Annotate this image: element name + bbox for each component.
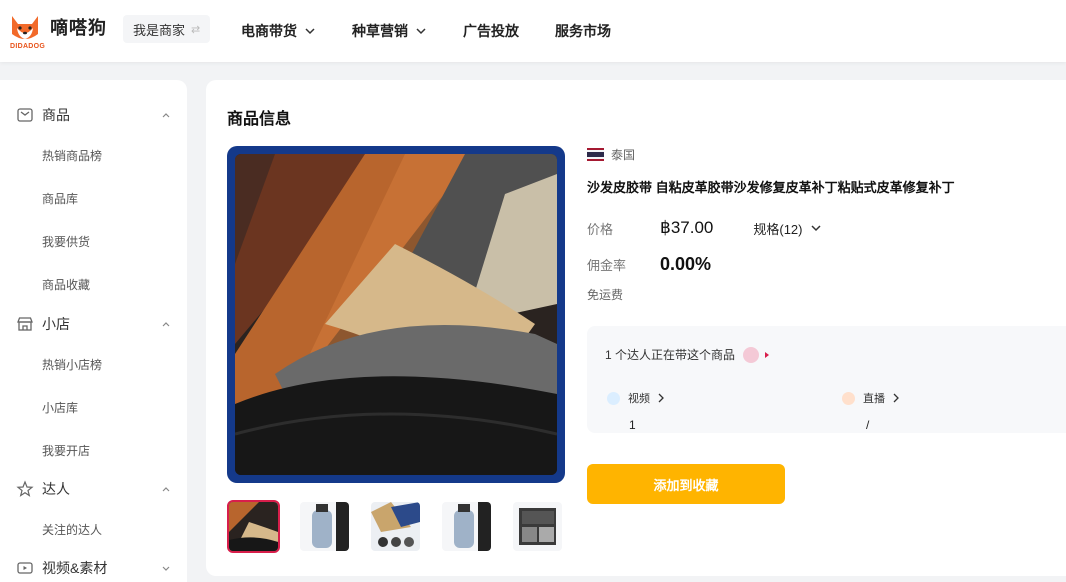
section-title: 商品信息 bbox=[227, 111, 292, 128]
nav-service-market-label: 服务市场 bbox=[555, 23, 611, 39]
thumbnail-leather-image bbox=[229, 502, 278, 551]
video-metric[interactable]: 视频 bbox=[607, 390, 666, 406]
spec-dropdown[interactable]: 规格(12) bbox=[753, 219, 822, 238]
chevron-up-icon bbox=[162, 113, 170, 118]
sidebar-item-hot-products[interactable]: 热销商品榜 bbox=[42, 147, 102, 164]
thumbnail-strip bbox=[227, 500, 582, 553]
nav-ads[interactable]: 广告投放 bbox=[463, 21, 519, 41]
sidebar-item-product-library[interactable]: 商品库 bbox=[42, 190, 78, 207]
live-broadcast-icon bbox=[842, 391, 855, 405]
sidebar-section-stores[interactable]: 小店 bbox=[0, 309, 187, 339]
sidebar-section-creators[interactable]: 达人 bbox=[0, 474, 187, 504]
product-details: 泰国 沙发皮胶带 自粘皮革胶带沙发修复皮革补丁粘贴式皮革修复补丁 价格 ฿37.… bbox=[587, 146, 1066, 504]
commission-row: 佣金率 0.00% bbox=[587, 254, 711, 275]
sidebar-item-supply[interactable]: 我要供货 bbox=[42, 233, 90, 250]
nav-ecommerce[interactable]: 电商带货 bbox=[241, 21, 316, 41]
commission-label: 佣金率 bbox=[587, 258, 627, 273]
thumbnail-5[interactable] bbox=[511, 500, 564, 553]
creators-text: 1 个达人正在带这个商品 bbox=[605, 348, 736, 362]
thumbnail-bottle-image bbox=[300, 502, 349, 551]
price-label: 价格 bbox=[587, 221, 614, 237]
nav-seeding-label: 种草营销 bbox=[352, 23, 408, 39]
arrow-right-icon bbox=[765, 351, 770, 358]
thumbnail-3[interactable] bbox=[369, 500, 422, 553]
chevron-down-icon bbox=[305, 28, 315, 35]
brand-name: 嘀嗒狗 bbox=[50, 18, 107, 38]
video-icon bbox=[17, 562, 33, 574]
product-title: 沙发皮胶带 自粘皮革胶带沙发修复皮革补丁粘贴式皮革修复补丁 bbox=[587, 180, 955, 195]
price-value: ฿37.00 bbox=[660, 218, 714, 237]
thumbnail-patches-image bbox=[371, 502, 420, 551]
merchant-switch-label: 我是商家 bbox=[133, 22, 186, 38]
video-count: 1 bbox=[629, 418, 636, 432]
thumbnail-4[interactable] bbox=[440, 500, 493, 553]
sidebar-item-followed-creators[interactable]: 关注的达人 bbox=[42, 521, 102, 538]
live-label: 直播 bbox=[863, 393, 885, 405]
video-camera-icon bbox=[607, 391, 620, 405]
nav-ads-label: 广告投放 bbox=[463, 23, 519, 39]
brand-subtitle: DIDADOG bbox=[10, 43, 46, 50]
chevron-right-icon bbox=[658, 393, 664, 403]
thailand-flag-icon bbox=[587, 148, 604, 161]
product-box-icon bbox=[17, 108, 33, 122]
video-label: 视频 bbox=[628, 393, 650, 405]
nav-ecommerce-label: 电商带货 bbox=[241, 23, 297, 39]
chevron-down-icon bbox=[416, 28, 426, 35]
creator-emoji-icon bbox=[743, 346, 760, 363]
price-row: 价格 ฿37.00 规格(12) bbox=[587, 218, 822, 238]
sidebar-section-label: 商品 bbox=[42, 107, 70, 123]
chevron-right-icon bbox=[893, 393, 899, 403]
chevron-up-icon bbox=[162, 322, 170, 327]
sidebar: 商品 热销商品榜 商品库 我要供货 商品收藏 小店 热销小店榜 小店库 我要开店… bbox=[0, 80, 187, 582]
product-info-panel: 商品信息 泰国 沙发皮胶带 自粘皮革胶带沙发修复皮革补丁粘贴式皮革修复补丁 价格… bbox=[206, 80, 1066, 576]
star-icon bbox=[16, 480, 34, 497]
sidebar-section-label: 视频&素材 bbox=[42, 560, 108, 576]
chevron-down-icon bbox=[811, 225, 822, 232]
brand-logo[interactable]: 嘀嗒狗 DIDADOG bbox=[8, 10, 107, 50]
country-row: 泰国 bbox=[587, 146, 1066, 163]
spec-label: 规格(12) bbox=[753, 221, 803, 237]
country-label: 泰国 bbox=[611, 148, 636, 162]
sidebar-item-store-library[interactable]: 小店库 bbox=[42, 399, 78, 416]
commission-value: 0.00% bbox=[660, 254, 712, 274]
sidebar-section-products[interactable]: 商品 bbox=[0, 100, 187, 130]
sidebar-section-video[interactable]: 视频&素材 bbox=[0, 553, 187, 582]
shipping-row: 免运费 bbox=[587, 286, 623, 303]
thumbnail-usage-image bbox=[513, 502, 562, 551]
chevron-down-icon bbox=[162, 566, 170, 571]
creator-stats-box: 1 个达人正在带这个商品 视频 1 直播 / bbox=[587, 326, 1066, 433]
swap-icon: ⇄ bbox=[191, 23, 201, 36]
live-metric[interactable]: 直播 bbox=[842, 390, 901, 406]
sidebar-item-favorites[interactable]: 商品收藏 bbox=[42, 276, 90, 293]
sidebar-section-label: 小店 bbox=[42, 316, 70, 332]
thumbnail-1[interactable] bbox=[227, 500, 280, 553]
thumbnail-2[interactable] bbox=[298, 500, 351, 553]
store-icon bbox=[17, 317, 33, 331]
live-count: / bbox=[866, 418, 870, 432]
nav-service-market[interactable]: 服务市场 bbox=[555, 21, 611, 41]
thumbnail-bottle-image bbox=[442, 502, 491, 551]
product-main-image[interactable] bbox=[227, 146, 565, 483]
merchant-switch-button[interactable]: 我是商家 ⇄ bbox=[123, 15, 211, 43]
free-shipping-label: 免运费 bbox=[587, 288, 624, 302]
nav-seeding[interactable]: 种草营销 bbox=[352, 21, 427, 41]
sidebar-item-hot-stores[interactable]: 热销小店榜 bbox=[42, 356, 102, 373]
add-to-favorites-button[interactable]: 添加到收藏 bbox=[587, 464, 785, 504]
sidebar-section-label: 达人 bbox=[42, 481, 70, 497]
chevron-up-icon bbox=[162, 487, 170, 492]
top-navbar: 嘀嗒狗 DIDADOG 我是商家 ⇄ 电商带货 种草营销 广告投放 服务市场 bbox=[0, 0, 1066, 62]
shiba-logo-icon bbox=[12, 16, 38, 39]
leather-product-photo bbox=[234, 154, 558, 475]
creators-row[interactable]: 1 个达人正在带这个商品 bbox=[605, 346, 770, 363]
sidebar-item-open-store[interactable]: 我要开店 bbox=[42, 442, 90, 459]
main-nav: 电商带货 种草营销 广告投放 服务市场 bbox=[241, 0, 647, 62]
